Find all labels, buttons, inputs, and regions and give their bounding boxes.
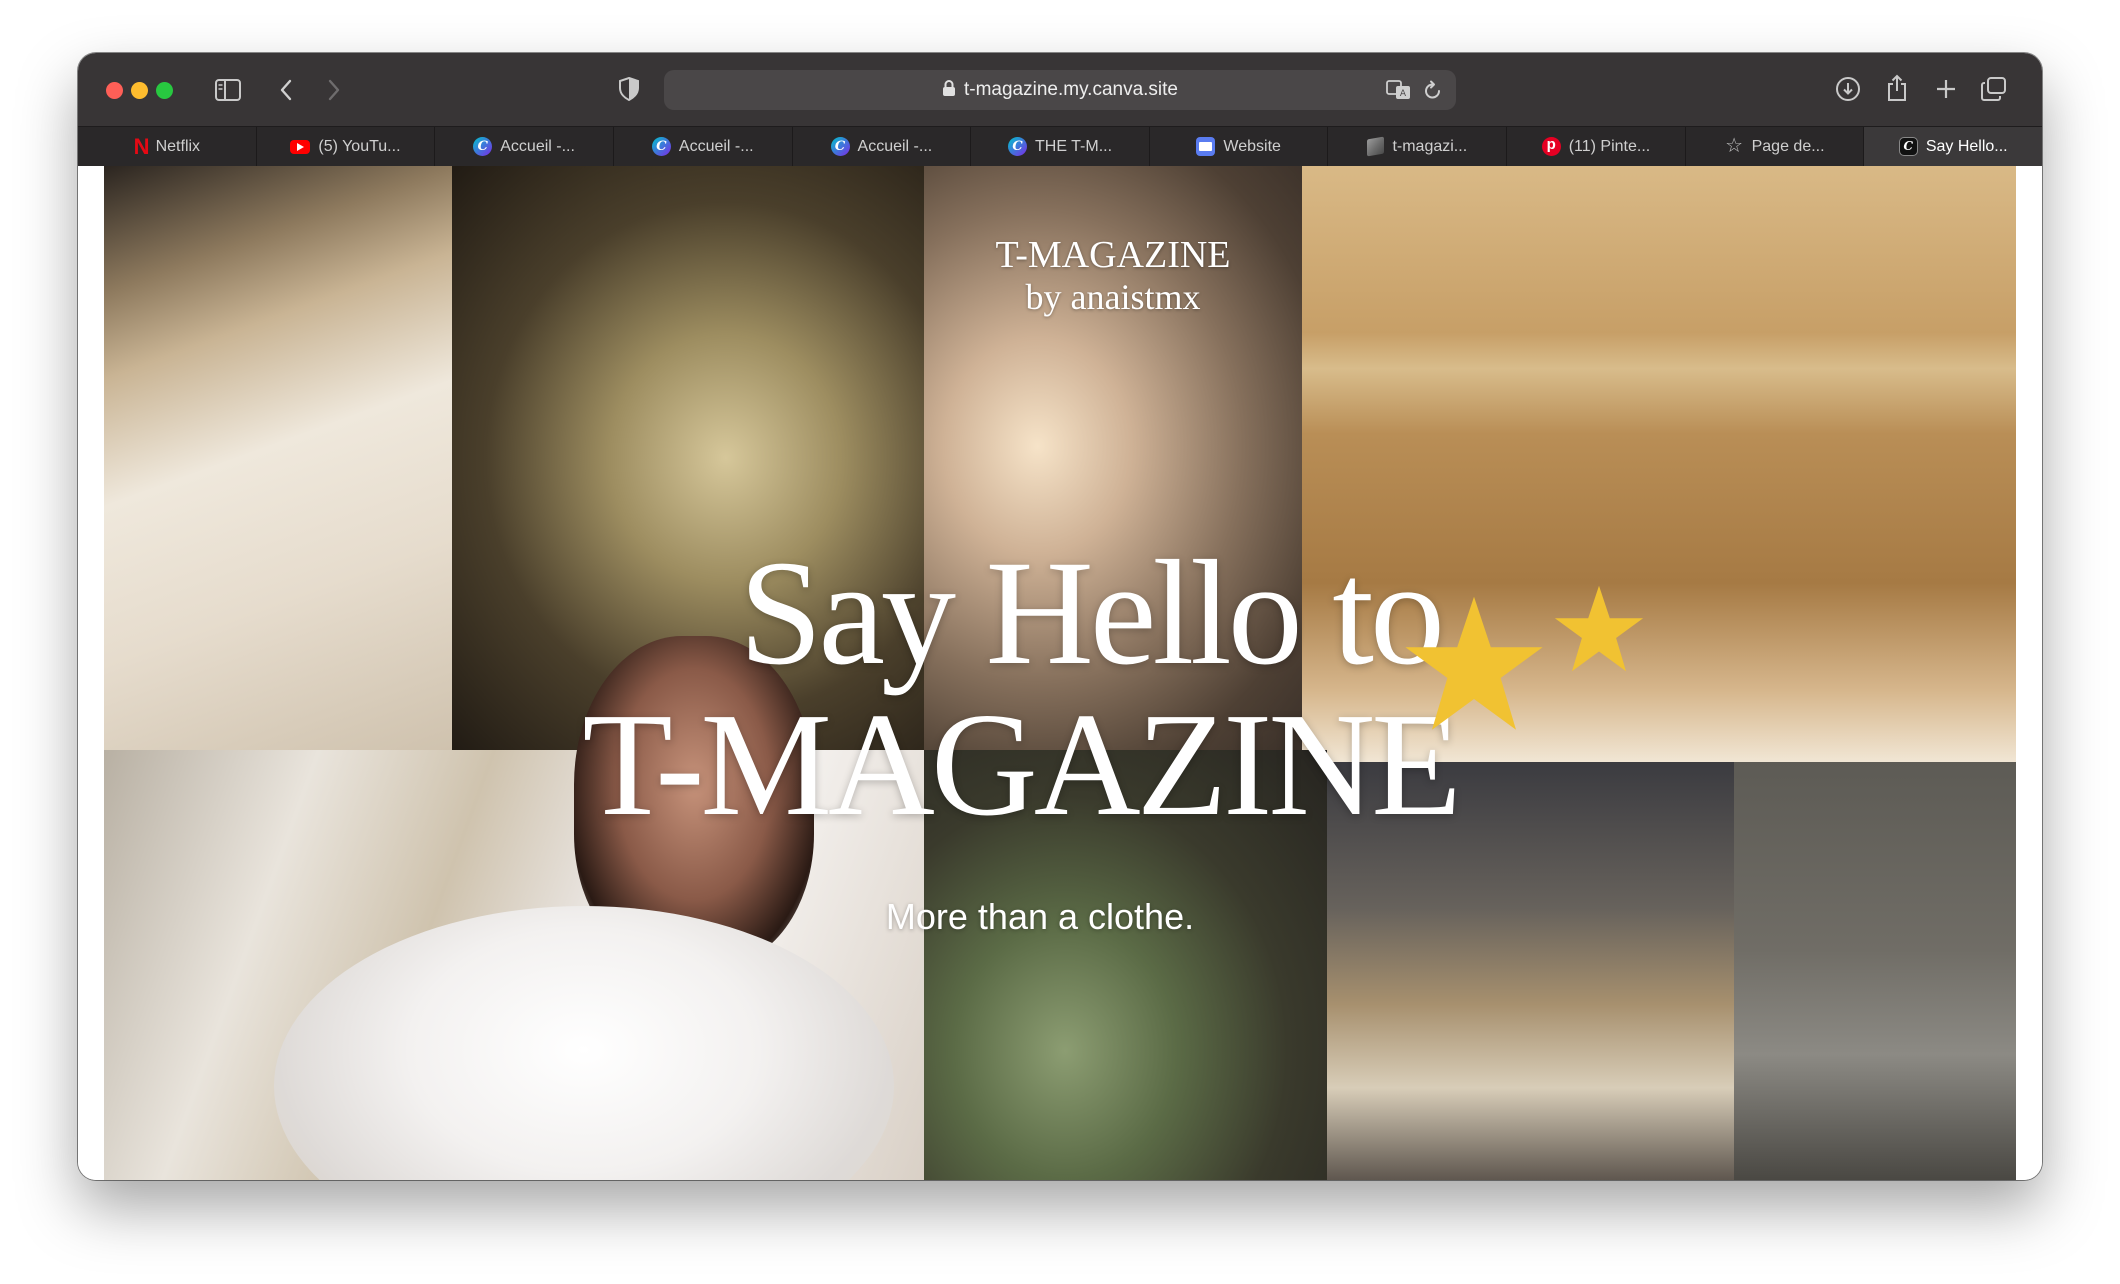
- privacy-shield-icon[interactable]: [616, 75, 642, 103]
- tab-label: THE T-M...: [1035, 137, 1113, 155]
- website-icon: [1196, 137, 1216, 156]
- tab-label: Accueil -...: [500, 137, 575, 155]
- tab-say-hello[interactable]: Say Hello...: [1864, 127, 2042, 166]
- canva-icon: [830, 137, 850, 156]
- tab-the-t-m[interactable]: THE T-M...: [971, 127, 1150, 166]
- page-content: T-MAGAZINE by anaistmx Say Hello to T-MA…: [78, 166, 2042, 1180]
- pinterest-icon: [1541, 135, 1561, 156]
- lock-icon: [942, 79, 956, 102]
- tab-label: Page de...: [1751, 137, 1825, 155]
- brand-title: T-MAGAZINE: [995, 234, 1231, 276]
- canva-icon: [1008, 137, 1027, 156]
- box-icon: [1367, 136, 1385, 157]
- browser-window: t-magazine.my.canva.site A N Netflix (5)…: [78, 53, 2042, 1180]
- forward-arrow-icon[interactable]: [322, 77, 346, 103]
- reload-icon[interactable]: [1424, 80, 1442, 105]
- tab-label: t-magazi...: [1392, 137, 1468, 155]
- url-text: t-magazine.my.canva.site: [963, 79, 1178, 100]
- zoom-window-button[interactable]: [156, 82, 173, 99]
- back-arrow-icon[interactable]: [274, 77, 298, 103]
- new-tab-plus-icon[interactable]: [1934, 76, 1958, 102]
- close-window-button[interactable]: [106, 82, 123, 99]
- tab-label: Website: [1223, 137, 1281, 155]
- tab-label: Say Hello...: [1925, 137, 2008, 155]
- canva-dark-icon: [1898, 137, 1918, 156]
- netflix-icon: N: [133, 134, 150, 159]
- tab-accueil-2[interactable]: Accueil -...: [614, 127, 793, 166]
- downloads-icon[interactable]: [1834, 75, 1862, 103]
- tab-youtube[interactable]: (5) YouTu...: [257, 127, 436, 166]
- tab-t-magazi[interactable]: t-magazi...: [1328, 127, 1508, 166]
- small-star-icon: [1554, 585, 1644, 672]
- tab-accueil-1[interactable]: Accueil -...: [435, 127, 614, 166]
- brand-subtitle: by anaistmx: [1025, 277, 1201, 317]
- minimize-window-button[interactable]: [131, 82, 148, 99]
- tagline: More than a clothe.: [885, 896, 1195, 937]
- tab-label: Accueil -...: [857, 137, 933, 155]
- headline-line2: T-MAGAZINE: [582, 683, 1461, 847]
- address-bar[interactable]: t-magazine.my.canva.site A: [664, 70, 1456, 110]
- tab-website[interactable]: Website: [1150, 127, 1329, 166]
- hero-collage: T-MAGAZINE by anaistmx Say Hello to T-MA…: [104, 166, 2016, 1180]
- tab-label: Netflix: [155, 137, 201, 155]
- canva-icon: [473, 137, 493, 156]
- svg-text:A: A: [1400, 89, 1407, 99]
- tab-netflix[interactable]: N Netflix: [78, 127, 257, 166]
- large-star-icon: [1405, 596, 1543, 730]
- tab-page-de[interactable]: ☆ Page de...: [1686, 127, 1865, 166]
- translate-icon[interactable]: A: [1386, 79, 1412, 106]
- headline-line1: Say Hello to: [739, 530, 1445, 696]
- tab-label: (11) Pinte...: [1568, 137, 1651, 155]
- tab-label: (5) YouTu...: [318, 137, 401, 155]
- tab-label: Accueil -...: [678, 137, 754, 155]
- sidebar-toggle-icon[interactable]: [214, 77, 242, 103]
- youtube-icon: [290, 139, 311, 154]
- share-icon[interactable]: [1884, 73, 1910, 103]
- canva-icon: [651, 137, 671, 156]
- tab-overview-icon[interactable]: [1980, 75, 2008, 103]
- tab-pinterest[interactable]: (11) Pinte...: [1507, 127, 1686, 166]
- star-icon: ☆: [1725, 135, 1744, 157]
- tab-bar: N Netflix (5) YouTu... Accueil -... Accu…: [78, 126, 2042, 166]
- browser-toolbar: t-magazine.my.canva.site A: [78, 53, 2042, 126]
- tab-accueil-3[interactable]: Accueil -...: [793, 127, 972, 166]
